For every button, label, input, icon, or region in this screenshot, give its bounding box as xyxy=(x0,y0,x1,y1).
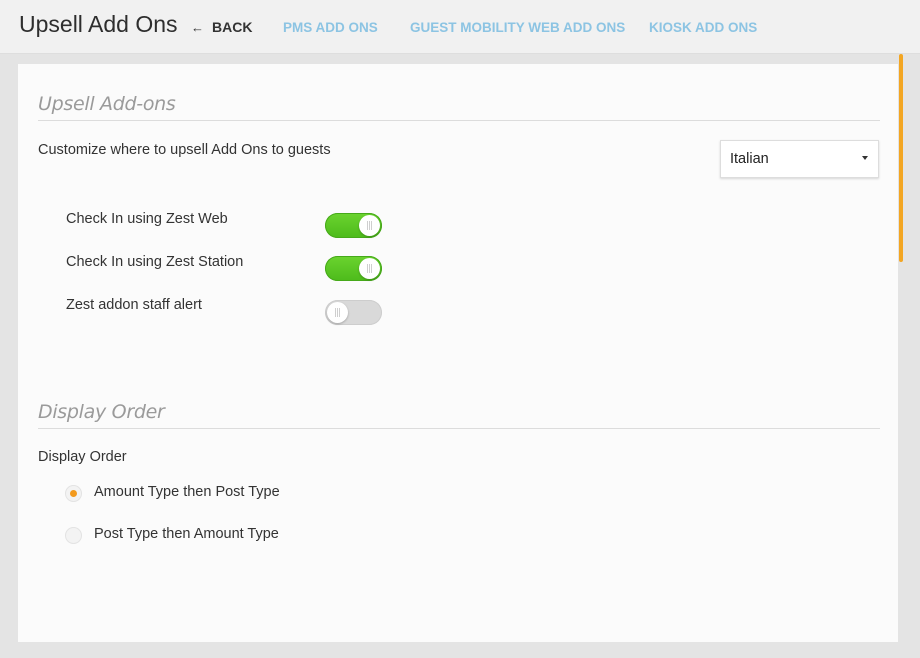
language-select-value: Italian xyxy=(730,151,769,167)
section-title-display-order: Display Order xyxy=(38,401,165,423)
tab-kiosk-add-ons[interactable]: KIOSK ADD ONS xyxy=(649,20,757,35)
toggle-knob xyxy=(359,258,380,279)
section-divider xyxy=(38,428,880,429)
toggle-staff-alert[interactable] xyxy=(325,300,382,325)
back-label: BACK xyxy=(212,19,253,35)
tab-pms-add-ons[interactable]: PMS ADD ONS xyxy=(283,20,378,35)
toggle-label-zest-web: Check In using Zest Web xyxy=(66,211,228,227)
back-button[interactable]: ← BACK xyxy=(191,19,252,35)
toggle-knob xyxy=(359,215,380,236)
arrow-left-icon: ← xyxy=(191,19,204,35)
radio-selected-dot xyxy=(70,490,77,497)
top-bar: Upsell Add Ons ← BACK PMS ADD ONS GUEST … xyxy=(0,0,920,54)
radio-amount-then-post[interactable] xyxy=(65,485,82,502)
toggle-knob xyxy=(327,302,348,323)
caret-down-icon xyxy=(862,156,868,160)
scrollbar-thumb[interactable] xyxy=(899,54,903,262)
settings-panel: Upsell Add-ons Customize where to upsell… xyxy=(18,64,898,642)
section-divider xyxy=(38,120,880,121)
display-order-label: Display Order xyxy=(38,449,127,465)
radio-post-then-amount[interactable] xyxy=(65,527,82,544)
tab-guest-mobility-web-add-ons[interactable]: GUEST MOBILITY WEB ADD ONS xyxy=(410,20,625,35)
toggle-label-zest-station: Check In using Zest Station xyxy=(66,254,244,270)
radio-label-amount-then-post[interactable]: Amount Type then Post Type xyxy=(94,484,280,500)
toggle-zest-web[interactable] xyxy=(325,213,382,238)
toggle-label-staff-alert: Zest addon staff alert xyxy=(66,297,202,313)
section-title-upsell: Upsell Add-ons xyxy=(38,93,176,115)
page-title: Upsell Add Ons xyxy=(19,11,178,37)
language-select[interactable]: Italian xyxy=(720,140,879,178)
toggle-zest-station[interactable] xyxy=(325,256,382,281)
upsell-description: Customize where to upsell Add Ons to gue… xyxy=(38,142,331,158)
radio-label-post-then-amount[interactable]: Post Type then Amount Type xyxy=(94,526,279,542)
